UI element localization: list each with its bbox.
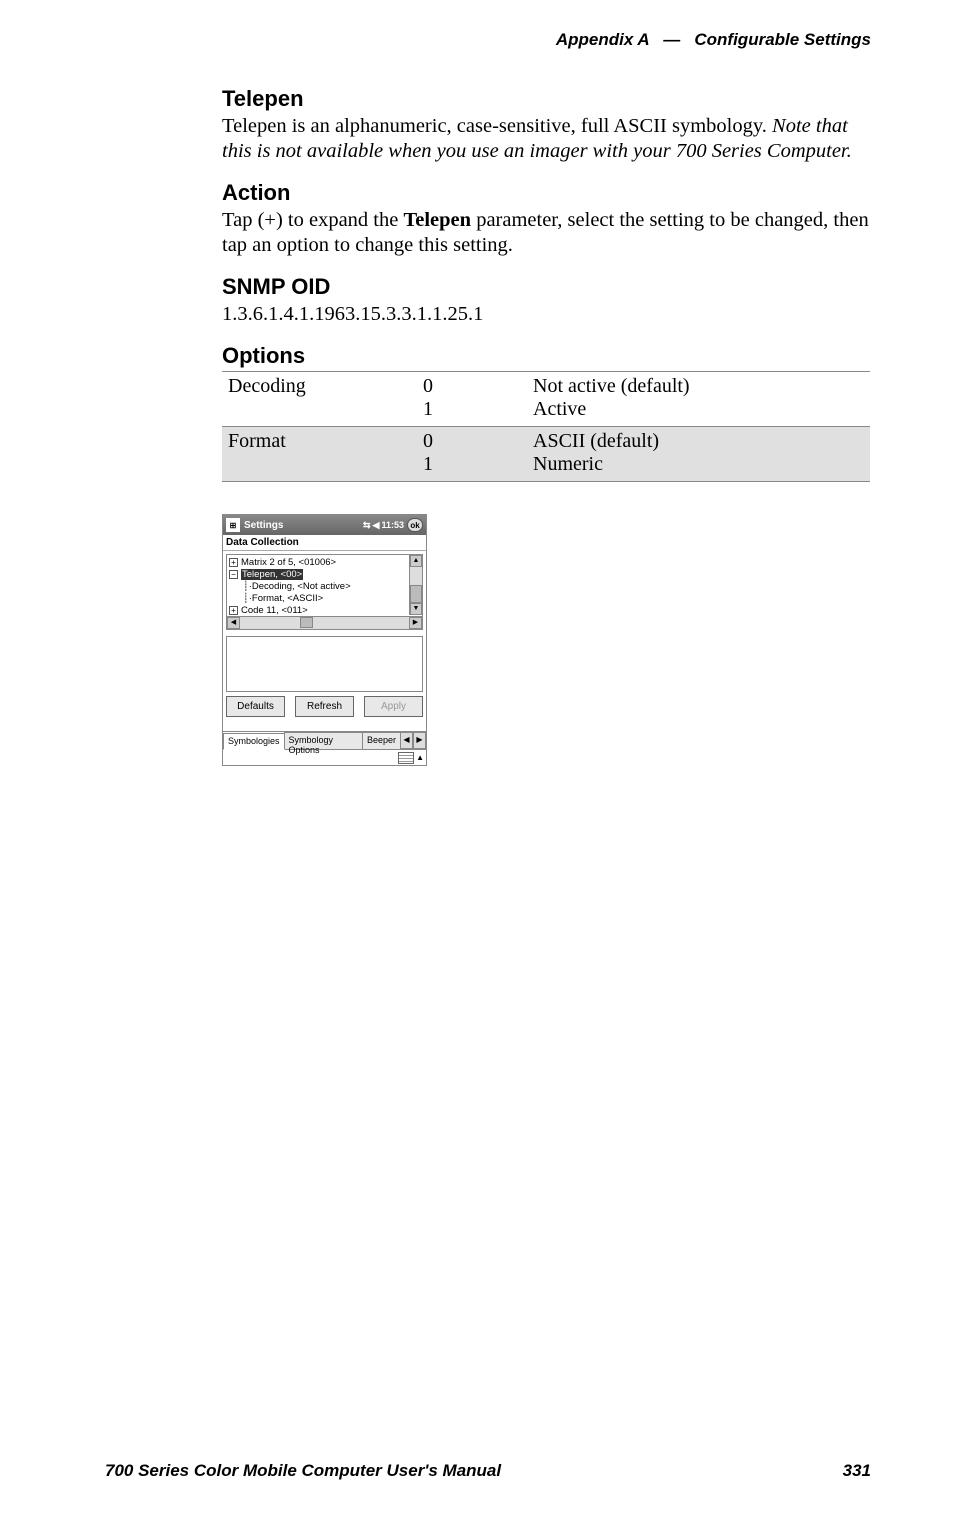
clock-text: 11:53 — [381, 520, 404, 530]
tree-label: Telepen, <00> — [241, 569, 303, 580]
page-header: Appendix A — Configurable Settings — [556, 30, 871, 50]
action-title: Action — [222, 180, 870, 206]
tree-item-matrix25[interactable]: +Matrix 2 of 5, <01006> — [229, 557, 406, 569]
sip-caret-icon[interactable]: ▲ — [416, 753, 424, 762]
speaker-icon[interactable]: ◀ — [373, 520, 380, 531]
action-text: Tap (+) to expand the Telepen parameter,… — [222, 208, 870, 258]
options-title: Options — [222, 343, 870, 369]
tree-label: Matrix 2 of 5, <01006> — [241, 557, 336, 568]
option-meanings: Not active (default) Active — [527, 372, 870, 427]
expand-icon[interactable]: + — [229, 558, 238, 567]
tree-item-format[interactable]: ┊·Format, <ASCII> — [229, 593, 406, 605]
table-row: Decoding 0 1 Not active (default) Active — [222, 372, 870, 427]
system-tray: ⇆ ◀ 11:53 — [363, 520, 404, 531]
window-title: Settings — [244, 520, 363, 531]
edit-area[interactable] — [226, 636, 423, 692]
footer-manual-title: 700 Series Color Mobile Computer User's … — [105, 1461, 501, 1481]
tree-label: Code 11, <011> — [241, 605, 308, 616]
ok-button[interactable]: ok — [407, 518, 423, 532]
button-row: Defaults Refresh Apply — [226, 696, 423, 717]
scroll-thumb[interactable] — [410, 585, 422, 603]
header-section: Configurable Settings — [694, 30, 871, 49]
scroll-thumb[interactable] — [300, 617, 313, 628]
page-footer: 700 Series Color Mobile Computer User's … — [105, 1461, 871, 1481]
apply-button: Apply — [364, 696, 423, 717]
vertical-scrollbar[interactable]: ▲ ▼ — [409, 555, 422, 615]
tab-symbologies[interactable]: Symbologies — [223, 733, 285, 750]
tab-scroll-right-icon[interactable]: ▶ — [413, 732, 426, 749]
refresh-button[interactable]: Refresh — [295, 696, 354, 717]
telepen-description: Telepen is an alphanumeric, case-sensiti… — [222, 114, 870, 164]
action-bold: Telepen — [403, 209, 471, 231]
expand-icon[interactable]: + — [229, 606, 238, 615]
tab-scroll-left-icon[interactable]: ◀ — [400, 732, 413, 749]
snmp-oid: 1.3.6.1.4.1.1963.15.3.3.1.1.25.1 — [222, 302, 870, 327]
scroll-track[interactable] — [240, 617, 409, 629]
telepen-desc-plain: Telepen is an alphanumeric, case-sensiti… — [222, 115, 772, 137]
device-screenshot: ⊞ Settings ⇆ ◀ 11:53 ok Data Collection … — [222, 514, 427, 766]
tree-label: Decoding, <Not active> — [252, 581, 351, 592]
tab-beeper[interactable]: Beeper — [362, 732, 401, 749]
footer-page-number: 331 — [843, 1461, 871, 1481]
tab-symbology-options[interactable]: Symbology Options — [284, 732, 363, 749]
connectivity-icon[interactable]: ⇆ — [363, 520, 371, 531]
option-name: Decoding — [222, 372, 417, 427]
panel-title: Data Collection — [223, 535, 426, 551]
tree-item-decoding[interactable]: ┊·Decoding, <Not active> — [229, 581, 406, 593]
keyboard-icon[interactable] — [398, 752, 414, 764]
defaults-button[interactable]: Defaults — [226, 696, 285, 717]
tree-item-telepen[interactable]: −Telepen, <00> — [229, 569, 406, 581]
start-icon[interactable]: ⊞ — [226, 518, 240, 532]
option-values: 0 1 — [417, 427, 527, 482]
scroll-left-icon[interactable]: ◀ — [227, 617, 240, 629]
titlebar: ⊞ Settings ⇆ ◀ 11:53 ok — [223, 515, 426, 535]
scroll-up-icon[interactable]: ▲ — [410, 555, 422, 567]
scroll-down-icon[interactable]: ▼ — [410, 603, 422, 615]
header-sep: — — [663, 30, 680, 49]
snmp-title: SNMP OID — [222, 274, 870, 300]
header-appendix: Appendix A — [556, 30, 649, 49]
telepen-title: Telepen — [222, 86, 870, 112]
sip-bar: ▲ — [223, 749, 426, 765]
collapse-icon[interactable]: − — [229, 570, 238, 579]
action-pre: Tap (+) to expand the — [222, 209, 403, 231]
tab-scroll-arrows: ◀ ▶ — [400, 732, 426, 749]
options-table: Decoding 0 1 Not active (default) Active… — [222, 371, 870, 482]
scroll-right-icon[interactable]: ▶ — [409, 617, 422, 629]
tree-panel: +Matrix 2 of 5, <01006> −Telepen, <00> ┊… — [226, 554, 423, 630]
tab-bar: Symbologies Symbology Options Beeper ◀ ▶ — [223, 731, 426, 749]
tree-list[interactable]: +Matrix 2 of 5, <01006> −Telepen, <00> ┊… — [227, 555, 408, 615]
horizontal-scrollbar[interactable]: ◀ ▶ — [227, 616, 422, 629]
table-row: Format 0 1 ASCII (default) Numeric — [222, 427, 870, 482]
tree-label: Format, <ASCII> — [252, 593, 323, 604]
option-meanings: ASCII (default) Numeric — [527, 427, 870, 482]
page-content: Telepen Telepen is an alphanumeric, case… — [222, 78, 870, 766]
option-name: Format — [222, 427, 417, 482]
option-values: 0 1 — [417, 372, 527, 427]
